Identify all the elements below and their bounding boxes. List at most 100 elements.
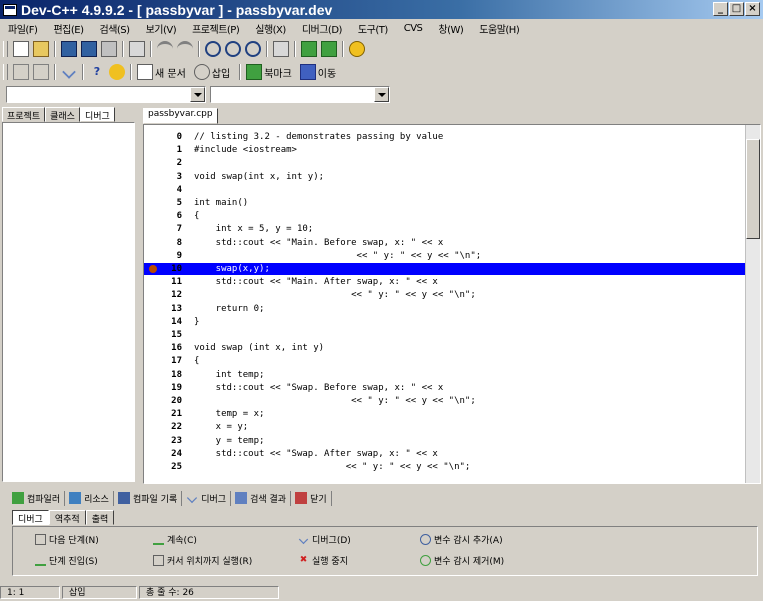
close-file-icon[interactable] — [101, 41, 117, 57]
toolbar-grip[interactable] — [3, 41, 8, 57]
menu-edit[interactable]: 편집(E) — [45, 21, 91, 36]
tab-find-results[interactable]: 검색 결과 — [231, 490, 292, 506]
undo-icon[interactable] — [157, 41, 173, 57]
code-line[interactable]: 24 std::cout << "Swap. After swap, x: " … — [144, 448, 748, 460]
toolbar-grip[interactable] — [3, 64, 8, 80]
run-to-cursor-button[interactable]: 커서 위치까지 실행(R) — [153, 552, 252, 568]
code-editor[interactable]: 0 // listing 3.2 - demonstrates passing b… — [143, 124, 761, 484]
stop-execution-button[interactable]: ✖ 실행 중지 — [298, 552, 348, 568]
new-doc-label[interactable]: 새 문서 — [155, 65, 186, 80]
check-icon[interactable] — [62, 65, 76, 79]
tab-close[interactable]: 닫기 — [291, 490, 332, 506]
code-line[interactable]: 3 void swap(int x, int y); — [144, 171, 748, 183]
tab-compiler[interactable]: 컴파일러 — [8, 490, 66, 506]
print-icon[interactable] — [129, 41, 145, 57]
menu-debug[interactable]: 디버그(D) — [294, 21, 350, 36]
tab-file[interactable]: passbyvar.cpp — [143, 108, 218, 124]
code-line[interactable]: 12 << " y: " << y << "\n"; — [144, 289, 748, 301]
code-line[interactable]: 2 — [144, 157, 748, 169]
tab-compile-log[interactable]: 컴파일 기록 — [114, 490, 183, 506]
member-combo[interactable] — [210, 86, 390, 103]
code-line[interactable]: 9 << " y: " << y << "\n"; — [144, 250, 748, 262]
goto-icon[interactable] — [299, 64, 316, 80]
chevron-down-icon[interactable] — [190, 87, 205, 102]
code-line[interactable]: 11 std::cout << "Main. After swap, x: " … — [144, 276, 748, 288]
next-step-button[interactable]: 다음 단계(N) — [35, 531, 99, 547]
code-line[interactable]: 1 #include <iostream> — [144, 144, 748, 156]
open-icon[interactable] — [33, 41, 49, 57]
code-line[interactable]: 0 // listing 3.2 - demonstrates passing b… — [144, 131, 748, 143]
remove-from-project-icon[interactable] — [321, 41, 337, 57]
code-line[interactable]: 25 << " y: " << y << "\n"; — [144, 461, 748, 473]
save-all-icon[interactable] — [81, 41, 97, 57]
code-line[interactable]: 22 x = y; — [144, 421, 748, 433]
code-line[interactable]: 19 std::cout << "Swap. Before swap, x: "… — [144, 382, 748, 394]
minimize-button[interactable]: _ — [713, 2, 728, 16]
maximize-button[interactable]: □ — [729, 2, 744, 16]
class-browser-icon[interactable] — [13, 64, 29, 80]
code-line[interactable]: 15 — [144, 329, 748, 341]
tab-project[interactable]: 프로젝트 — [2, 107, 46, 122]
tab-classes[interactable]: 클래스 — [45, 107, 80, 122]
menu-search[interactable]: 검색(S) — [92, 21, 138, 36]
bookmark-icon[interactable] — [246, 64, 263, 80]
code-line[interactable]: 7 int x = 5, y = 10; — [144, 223, 748, 235]
tab-debug-sub[interactable]: 디버그 — [12, 510, 49, 525]
insert-label[interactable]: 삽입 — [212, 65, 230, 80]
code-line[interactable]: 5 int main() — [144, 197, 748, 209]
step-into-button[interactable]: 단계 진입(S) — [35, 552, 98, 568]
code-line[interactable]: 20 << " y: " << y << "\n"; — [144, 395, 748, 407]
insert-icon[interactable] — [193, 64, 210, 80]
close-button[interactable]: × — [745, 2, 760, 16]
code-line[interactable]: 21 temp = x; — [144, 408, 748, 420]
add-to-project-icon[interactable] — [301, 41, 317, 57]
menu-execute[interactable]: 실행(X) — [247, 21, 294, 36]
code-line[interactable]: 13 return 0; — [144, 303, 748, 315]
code-line[interactable]: 4 — [144, 184, 748, 196]
watch-panel[interactable] — [2, 122, 135, 482]
menu-cvs[interactable]: CVS — [396, 23, 431, 34]
menu-tools[interactable]: 도구(T) — [350, 21, 396, 36]
code-line[interactable]: 18 int temp; — [144, 369, 748, 381]
new-doc-icon[interactable] — [137, 64, 153, 80]
about-icon[interactable] — [109, 64, 125, 80]
replace-icon[interactable] — [225, 41, 241, 57]
code-line[interactable]: 8 std::cout << "Main. Before swap, x: " … — [144, 237, 748, 249]
breakpoint-icon[interactable] — [149, 265, 157, 273]
menu-help[interactable]: 도움말(H) — [471, 21, 527, 36]
redo-icon[interactable] — [177, 41, 193, 57]
bookmark-label[interactable]: 북마크 — [264, 65, 292, 80]
menu-file[interactable]: 파일(F) — [0, 21, 45, 36]
menu-window[interactable]: 창(W) — [430, 21, 471, 36]
project-options-icon[interactable] — [349, 41, 365, 57]
save-icon[interactable] — [61, 41, 77, 57]
code-line[interactable]: 16 void swap (int x, int y) — [144, 342, 748, 354]
code-line[interactable]: 23 y = temp; — [144, 435, 748, 447]
menu-view[interactable]: 보기(V) — [138, 21, 185, 36]
tab-debug[interactable]: 디버그 — [79, 107, 115, 122]
find-icon[interactable] — [205, 41, 221, 57]
add-watch-button[interactable]: 변수 감시 추가(A) — [420, 531, 503, 547]
chevron-down-icon[interactable] — [374, 87, 389, 102]
window-icon[interactable] — [33, 64, 49, 80]
tab-backtrace[interactable]: 역추적 — [48, 510, 86, 525]
help-icon[interactable]: ? — [89, 64, 105, 80]
code-line[interactable]: 17 { — [144, 355, 748, 367]
tab-resources[interactable]: 리소스 — [65, 490, 114, 506]
goto-label[interactable]: 이동 — [318, 65, 336, 80]
new-file-icon[interactable] — [13, 41, 29, 57]
tab-output[interactable]: 출력 — [85, 510, 115, 525]
menu-project[interactable]: 프로젝트(P) — [184, 21, 247, 36]
scroll-thumb[interactable] — [746, 139, 760, 239]
remove-watch-button[interactable]: 변수 감시 제거(M) — [420, 552, 504, 568]
tab-debug-output[interactable]: 디버그 — [182, 490, 232, 506]
code-line[interactable]: 14} — [144, 316, 748, 328]
current-execution-line[interactable]: 10 swap(x,y); — [144, 263, 748, 275]
goto-line-icon[interactable] — [273, 41, 289, 57]
debug-button[interactable]: 디버그(D) — [298, 531, 351, 547]
class-combo[interactable] — [6, 86, 206, 103]
continue-button[interactable]: 계속(C) — [153, 531, 197, 547]
find-next-icon[interactable] — [245, 41, 261, 57]
vertical-scrollbar[interactable] — [745, 125, 760, 483]
code-line[interactable]: 6{ — [144, 210, 748, 222]
